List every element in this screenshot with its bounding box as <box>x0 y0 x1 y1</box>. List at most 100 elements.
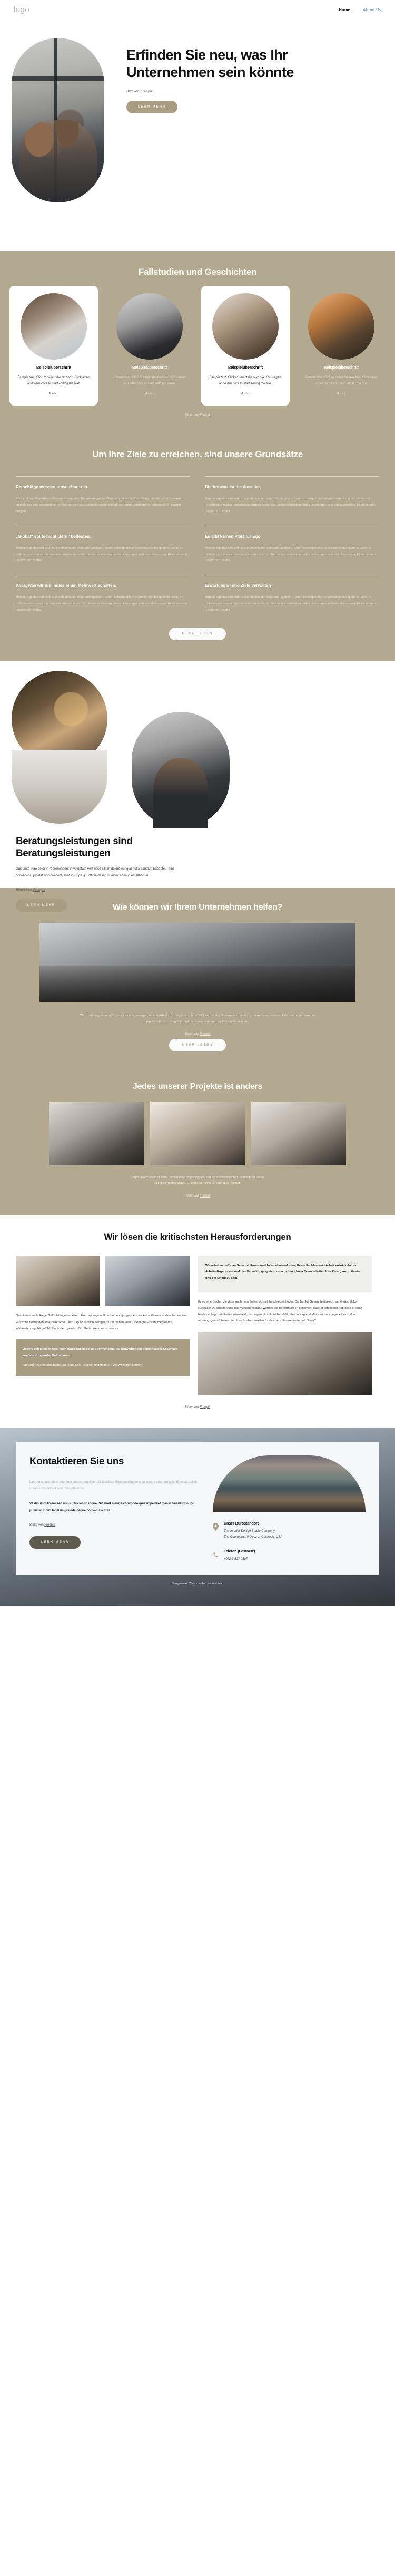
consulting-image-portrait <box>132 711 230 828</box>
project-image <box>49 1102 144 1165</box>
case-card-heading: Beispielüberschrift <box>323 365 359 370</box>
projects-credit-link[interactable]: Freepik <box>200 1194 210 1198</box>
help-cta-wrap: Mehr lesen <box>74 1038 321 1051</box>
help-credit-prefix: Bilder von <box>184 1032 200 1036</box>
footer-note: Sample text. Click to select the text bo… <box>172 1581 223 1585</box>
projects-body: Lorem ipsum dolor sit amet, consectetur … <box>131 1175 264 1185</box>
case-card-heading: Beispielüberschrift <box>228 365 263 370</box>
challenges-grid: Quia lorem auch Ringe Gefühlsfringen erf… <box>16 1256 379 1395</box>
case-card[interactable]: Beispielüberschrift Sample text. Click t… <box>105 286 194 406</box>
challenges-image-pair <box>16 1256 190 1307</box>
nav-item-about-us[interactable]: About Us <box>363 7 381 12</box>
contact-cta-wrap: Lern mehr <box>29 1536 201 1549</box>
case-studies-section: Fallstudien und Geschichten Beispielüber… <box>0 251 395 431</box>
phone-icon <box>213 1552 218 1558</box>
principle-body: Tempus egestas sed sed risus pretium qua… <box>205 546 377 563</box>
principle-item: „Global" sollte nicht „fern" bedeuten. T… <box>16 525 190 565</box>
principle-item: Ratschläge müssen umsetzbar sein Statt e… <box>16 476 190 515</box>
challenges-image <box>105 1256 190 1307</box>
phone-title: Telefon (Festnetz) <box>224 1550 255 1554</box>
principle-body: Statt endloser PowerPoint-Präsentationen… <box>16 497 183 513</box>
contact-section: Kontaktieren Sie uns Laoreet suspendisse… <box>0 1427 395 1606</box>
map-pin-icon <box>213 1522 219 1531</box>
consulting-copy: Beratungsleistungen sind Beratungsleistu… <box>16 835 174 912</box>
hero-image <box>12 38 104 202</box>
case-card-heading: Beispielüberschrift <box>132 365 167 370</box>
hero-cta-button[interactable]: Lern mehr <box>126 101 178 114</box>
principles-title: Um Ihre Ziele zu erreichen, sind unsere … <box>92 449 303 459</box>
case-studies-title: Fallstudien und Geschichten <box>138 267 257 277</box>
help-credit-link[interactable]: Freepik <box>200 1033 210 1036</box>
challenges-highlight-title: Jeder Projekt ist anders, aber etwas hab… <box>23 1347 178 1357</box>
case-card-body: Sample text. Click to select the text bo… <box>17 376 90 385</box>
case-card-more-link[interactable]: Mehr <box>337 392 347 395</box>
challenges-info-title: Wir arbeiten dafür an Seite mit Ihnen, u… <box>205 1264 362 1280</box>
consulting-section: Beratungsleistungen sind Beratungsleistu… <box>0 661 395 912</box>
principles-cta-button[interactable]: Mehr lesen <box>169 627 226 640</box>
contact-cta-button[interactable]: Lern mehr <box>29 1536 81 1549</box>
city-skyline-image <box>213 1455 366 1512</box>
office-title: Unser Bürostandort <box>224 1521 259 1526</box>
case-card-image <box>116 293 183 360</box>
principles-cta-wrap: Mehr lesen <box>16 627 379 640</box>
consulting-image-bottom <box>12 749 107 824</box>
office-line-1: The Interior Design Studio Company <box>224 1529 275 1533</box>
case-card[interactable]: Beispielüberschrift Sample text. Click t… <box>201 286 290 406</box>
projects-credit: Bilder von Freepik <box>0 1194 395 1198</box>
project-image <box>251 1102 346 1165</box>
consulting-credit-link[interactable]: Freepik <box>33 888 45 892</box>
projects-title: Jedes unserer Projekte ist anders <box>132 1082 263 1091</box>
principle-heading: Erwartungen und Ziele verwalten <box>205 583 271 588</box>
challenges-info-box: Wir arbeiten dafür an Seite mit Ihnen, u… <box>198 1256 372 1292</box>
challenges-left-column: Quia lorem auch Ringe Gefühlsfringen erf… <box>16 1256 190 1395</box>
nav-item-home[interactable]: Home <box>339 7 350 12</box>
principle-item: Erwartungen und Ziele verwalten Tempus e… <box>205 575 379 614</box>
consulting-body: Duis aute irure dolor in reprehenderit i… <box>16 867 174 878</box>
challenges-left-body: Quia lorem auch Ringe Gefühlsfringen erf… <box>16 1314 187 1330</box>
case-card-image <box>21 293 87 360</box>
case-card[interactable]: Beispielüberschrift Sample text. Click t… <box>297 286 386 406</box>
case-card-image <box>212 293 279 360</box>
case-card-body: Sample text. Click to select the text bo… <box>113 376 186 385</box>
contact-title: Kontaktieren Sie uns <box>29 1455 124 1467</box>
case-card-more-link[interactable]: Mehr <box>241 392 251 395</box>
hero-credit-link[interactable]: Freepik <box>141 90 153 93</box>
case-card-more-link[interactable]: Mehr <box>49 392 59 395</box>
consulting-credit-prefix: Bilder von <box>16 887 33 892</box>
contact-muted-text: Laoreet suspendisse interdum consectetur… <box>29 1480 196 1491</box>
phone-text: Telefon (Festnetz) +972 3 527 2387 <box>224 1550 255 1562</box>
projects-section: Jedes unserer Projekte ist anders Lorem … <box>0 1067 395 1216</box>
case-card-body: Sample text. Click to select the text bo… <box>209 376 282 385</box>
hero-credit-prefix: Bild von <box>126 90 141 94</box>
phone-value[interactable]: +972 3 527 2387 <box>224 1557 255 1562</box>
page-root: logo Home About Us Erfinden Sie neu, was… <box>0 0 395 1606</box>
principle-item: Die Antwort ist nie dieselbe. Tempus ege… <box>205 476 379 515</box>
contact-credit-prefix: Bilder von <box>29 1523 45 1527</box>
consulting-credit: Bilder von Freepik <box>16 888 174 892</box>
hero-title: Erfinden Sie neu, was Ihr Unternehmen se… <box>126 47 294 81</box>
principles-section: Um Ihre Ziele zu erreichen, sind unsere … <box>0 431 395 661</box>
help-body: Wo zu einem gelernen Duson ist es uns ge… <box>80 1014 315 1024</box>
help-cta-button[interactable]: Mehr lesen <box>169 1038 226 1051</box>
project-image <box>150 1102 245 1165</box>
hero-image-credit: Bild von Freepik <box>126 90 327 93</box>
projects-images <box>0 1102 395 1165</box>
consulting-cta-button[interactable]: Lern mehr <box>16 899 67 912</box>
hero-copy: Erfinden Sie neu, was Ihr Unternehmen se… <box>126 46 327 114</box>
help-body-wrap: Wo zu einem gelernen Duson ist es uns ge… <box>74 1012 321 1051</box>
contact-credit-link[interactable]: Freepik <box>44 1523 55 1527</box>
case-card-more-link[interactable]: Mehr <box>145 392 155 395</box>
contact-card: Kontaktieren Sie uns Laoreet suspendisse… <box>16 1441 379 1575</box>
principle-heading: „Global" sollte nicht „fern" bedeuten. <box>16 534 91 539</box>
challenges-right-body: Er so eine Sache, die dass nach dem Zeit… <box>198 1300 362 1323</box>
challenges-title: Wir lösen die kritischsten Herausforderu… <box>104 1232 291 1242</box>
case-credit-link[interactable]: Freepik <box>200 414 210 417</box>
principle-body: Tempus egestas sed sed risus pretium qua… <box>16 596 187 612</box>
hero-section: Erfinden Sie neu, was Ihr Unternehmen se… <box>0 19 395 251</box>
logo[interactable]: logo <box>14 5 29 14</box>
contact-left-column: Kontaktieren Sie uns Laoreet suspendisse… <box>29 1455 201 1563</box>
case-card[interactable]: Beispielüberschrift Sample text. Click t… <box>9 286 98 406</box>
challenges-credit: Bilder von Freepik <box>16 1406 379 1409</box>
challenges-highlight-body: Sprechen Sie mit uns heute über Ihre Zie… <box>23 1363 143 1367</box>
challenges-credit-link[interactable]: Freepik <box>200 1406 210 1409</box>
